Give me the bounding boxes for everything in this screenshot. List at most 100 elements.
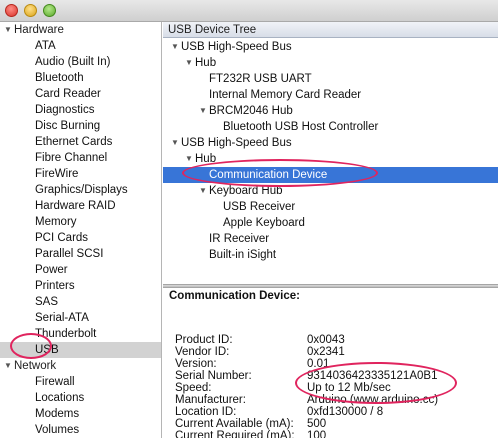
detail-value: 0xfd130000 / 8	[307, 406, 384, 418]
sidebar-item-label: Fibre Channel	[35, 152, 108, 164]
tree-row-label: IR Receiver	[209, 233, 270, 245]
sidebar-item-ethernet-cards[interactable]: Ethernet Cards	[0, 134, 161, 150]
sidebar-item-card-reader[interactable]: Card Reader	[0, 86, 161, 102]
tree-row-brcm2046-hub[interactable]: ▼ BRCM2046 Hub	[163, 103, 498, 119]
sidebar-item-label: Volumes	[35, 424, 80, 436]
detail-value: 0x2341	[307, 346, 345, 358]
sidebar-group-network[interactable]: ▼ Network	[0, 358, 161, 374]
tree-row-usb-high-speed-bus[interactable]: ▼ USB High-Speed Bus	[163, 39, 498, 55]
disclosure-triangle-icon[interactable]: ▼	[4, 358, 14, 374]
tree-row-hub[interactable]: ▼ Hub	[163, 55, 498, 71]
detail-label: Current Available (mA):	[175, 418, 294, 430]
sidebar-item-hardware-raid[interactable]: Hardware RAID	[0, 198, 161, 214]
sidebar-item-label: Memory	[35, 216, 77, 228]
sidebar-item-serial-ata[interactable]: Serial-ATA	[0, 310, 161, 326]
sidebar-item-ata[interactable]: ATA	[0, 38, 161, 54]
tree-row-usb-receiver[interactable]: USB Receiver	[163, 199, 498, 215]
tree-row-built-in-isight[interactable]: Built-in iSight	[163, 247, 498, 263]
disclosure-triangle-icon[interactable]: ▼	[171, 39, 181, 55]
sidebar-item-audio-built-in[interactable]: Audio (Built In)	[0, 54, 161, 70]
tree-row-label: Communication Device	[209, 169, 328, 181]
sidebar-item-locations[interactable]: Locations	[0, 390, 161, 406]
tree-row-ft232r-usb-uart[interactable]: FT232R USB UART	[163, 71, 498, 87]
tree-row-usb-high-speed-bus[interactable]: ▼ USB High-Speed Bus	[163, 135, 498, 151]
sidebar-item-thunderbolt[interactable]: Thunderbolt	[0, 326, 161, 342]
sidebar-item-firewall[interactable]: Firewall	[0, 374, 161, 390]
sidebar-item-label: PCI Cards	[35, 232, 89, 244]
tree-row-bluetooth-usb-host-controller[interactable]: Bluetooth USB Host Controller	[163, 119, 498, 135]
tree-header[interactable]: USB Device Tree	[163, 22, 498, 38]
detail-label: Vendor ID:	[175, 346, 230, 358]
detail-label: Manufacturer:	[175, 394, 246, 406]
disclosure-triangle-icon[interactable]: ▼	[185, 55, 195, 71]
sidebar-item-label: Thunderbolt	[35, 328, 97, 340]
detail-label: Serial Number:	[175, 370, 252, 382]
sidebar-item-parallel-scsi[interactable]: Parallel SCSI	[0, 246, 161, 262]
disclosure-triangle-icon[interactable]: ▼	[171, 135, 181, 151]
minimize-window-button[interactable]	[24, 4, 37, 17]
title-bar	[0, 0, 498, 22]
tree-row-ir-receiver[interactable]: IR Receiver	[163, 231, 498, 247]
detail-value: 0.01	[307, 358, 330, 370]
tree-row-label: FT232R USB UART	[209, 73, 312, 85]
zoom-window-button[interactable]	[43, 4, 56, 17]
sidebar-item-firewire[interactable]: FireWire	[0, 166, 161, 182]
sidebar-item-power[interactable]: Power	[0, 262, 161, 278]
sidebar-item-memory[interactable]: Memory	[0, 214, 161, 230]
sidebar-item-label: Disc Burning	[35, 120, 101, 132]
detail-value: 0x0043	[307, 334, 345, 346]
disclosure-triangle-icon[interactable]: ▼	[199, 103, 209, 119]
disclosure-triangle-icon[interactable]: ▼	[4, 22, 14, 38]
sidebar-item-pci-cards[interactable]: PCI Cards	[0, 230, 161, 246]
sidebar-item-label: Parallel SCSI	[35, 248, 104, 260]
tree-row-apple-keyboard[interactable]: Apple Keyboard	[163, 215, 498, 231]
detail-value: 9314036423335121A0B1	[307, 370, 438, 382]
detail-label: Location ID:	[175, 406, 237, 418]
tree-row-label: Hub	[195, 153, 217, 165]
sidebar-item-usb[interactable]: USB	[0, 342, 161, 358]
detail-value: Arduino (www.arduino.cc)	[307, 394, 439, 406]
tree-row-label: BRCM2046 Hub	[209, 105, 293, 117]
disclosure-triangle-icon[interactable]: ▼	[199, 183, 209, 199]
sidebar-item-label: Locations	[35, 392, 85, 404]
detail-title: Communication Device:	[169, 290, 300, 302]
sidebar-item-label: Modems	[35, 408, 80, 420]
sidebar-item-disc-burning[interactable]: Disc Burning	[0, 118, 161, 134]
tree-row-label: Bluetooth USB Host Controller	[223, 121, 379, 133]
tree-row-hub[interactable]: ▼ Hub	[163, 151, 498, 167]
sidebar-item-label: Audio (Built In)	[35, 56, 111, 68]
sidebar-item-label: Card Reader	[35, 88, 101, 100]
sidebar-group-label: Hardware	[14, 24, 64, 36]
tree-row-communication-device[interactable]: Communication Device	[163, 167, 498, 183]
detail-value: 500	[307, 418, 327, 430]
sidebar-item-label: Printers	[35, 280, 75, 292]
detail-label: Current Required (mA):	[175, 430, 295, 438]
tree-row-label: Hub	[195, 57, 217, 69]
sidebar-item-bluetooth[interactable]: Bluetooth	[0, 70, 161, 86]
sidebar-item-modems[interactable]: Modems	[0, 406, 161, 422]
sidebar-item-label: Power	[35, 264, 68, 276]
detail-label: Speed:	[175, 382, 212, 394]
sidebar-item-label: ATA	[35, 40, 56, 52]
disclosure-triangle-icon[interactable]: ▼	[185, 151, 195, 167]
sidebar-item-volumes[interactable]: Volumes	[0, 422, 161, 438]
close-window-button[interactable]	[5, 4, 18, 17]
tree-row-keyboard-hub[interactable]: ▼ Keyboard Hub	[163, 183, 498, 199]
tree-row-internal-memory-card-reader[interactable]: Internal Memory Card Reader	[163, 87, 498, 103]
tree-row-label: USB Receiver	[223, 201, 296, 213]
tree-row-label: Built-in iSight	[209, 249, 277, 261]
sidebar-item-label: Ethernet Cards	[35, 136, 113, 148]
detail-value: Up to 12 Mb/sec	[307, 382, 391, 394]
sidebar-item-diagnostics[interactable]: Diagnostics	[0, 102, 161, 118]
detail-panel: Communication Device: Product ID: 0x0043 V…	[163, 288, 498, 438]
sidebar-item-label: FireWire	[35, 168, 79, 180]
sidebar-group-hardware[interactable]: ▼ Hardware	[0, 22, 161, 38]
sidebar-item-graphics-displays[interactable]: Graphics/Displays	[0, 182, 161, 198]
sidebar-item-fibre-channel[interactable]: Fibre Channel	[0, 150, 161, 166]
detail-value: 100	[307, 430, 327, 438]
detail-label: Version:	[175, 358, 217, 370]
sidebar-item-sas[interactable]: SAS	[0, 294, 161, 310]
sidebar-item-printers[interactable]: Printers	[0, 278, 161, 294]
tree-row-label: Internal Memory Card Reader	[209, 89, 362, 101]
sidebar-item-label: Serial-ATA	[35, 312, 89, 324]
